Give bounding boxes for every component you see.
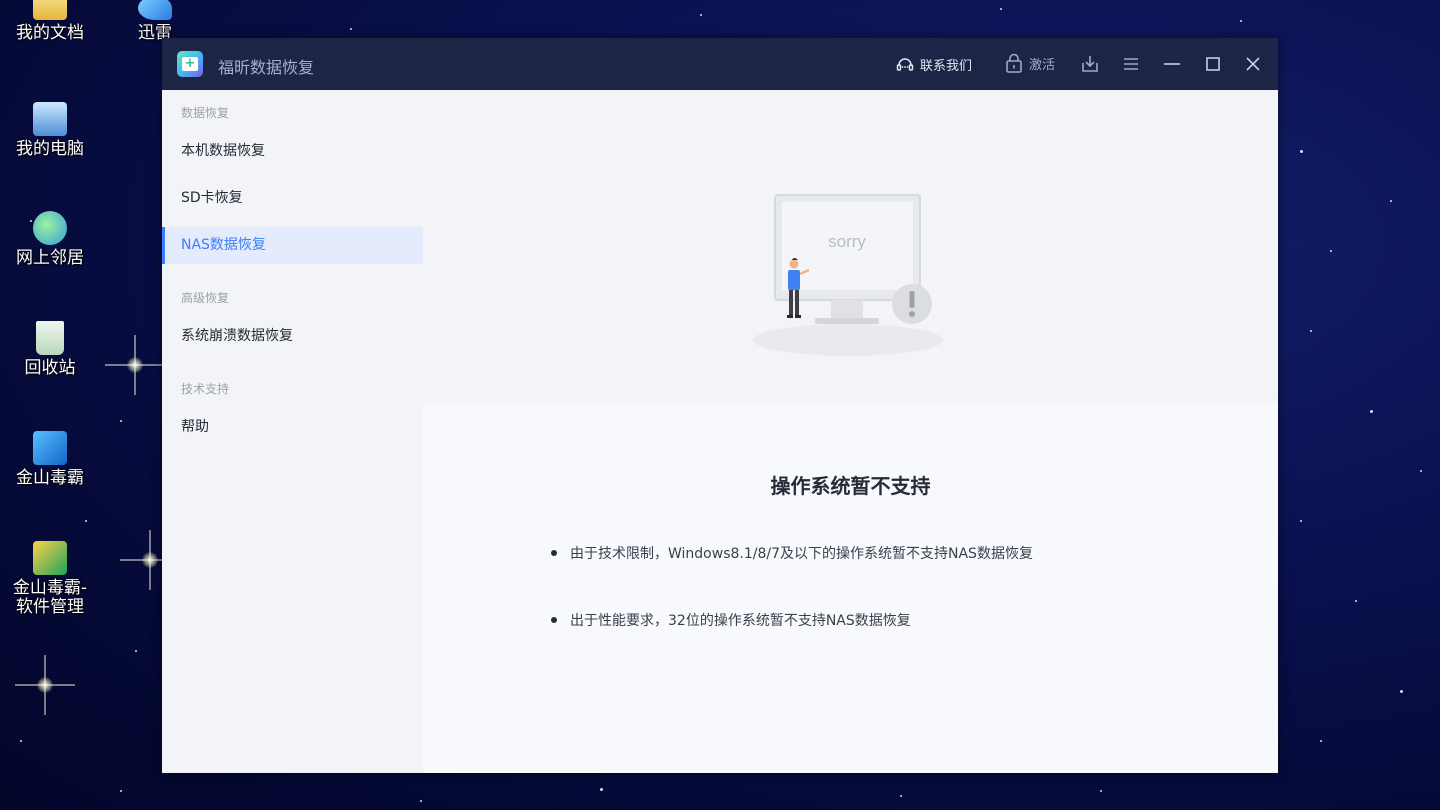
desktop-icon-label: 回收站 <box>24 358 76 378</box>
desktop-icon-kingsoft-software-manager[interactable]: 金山毒霸- 软件管理 <box>0 541 100 617</box>
activate-button[interactable]: 激活 <box>1005 53 1055 73</box>
download-icon <box>1082 56 1098 72</box>
title-bar[interactable]: 福昕数据恢复 联系我们 激活 <box>162 38 1278 90</box>
xunlei-icon <box>138 0 172 20</box>
section-title-advanced-recovery: 高级恢复 <box>181 291 230 305</box>
notice-title: 操作系统暂不支持 <box>770 474 931 498</box>
sorry-monitor-illustration: sorry <box>753 194 943 356</box>
close-button[interactable] <box>1240 51 1266 77</box>
app-title: 福昕数据恢复 <box>218 58 315 77</box>
desktop-icon-network[interactable]: 网上邻居 <box>0 211 100 268</box>
desktop-icon-label: 金山毒霸 <box>16 468 84 488</box>
desktop-icon-label: 我的电脑 <box>16 139 84 159</box>
sorry-text: sorry <box>828 232 866 251</box>
illustration-area: sorry <box>423 90 1278 403</box>
section-title-data-recovery: 数据恢复 <box>181 106 230 120</box>
section-title-tech-support: 技术支持 <box>181 382 230 396</box>
app-window: 福昕数据恢复 联系我们 激活 <box>162 38 1278 773</box>
desktop-icon-my-computer[interactable]: 我的电脑 <box>0 102 100 159</box>
download-button[interactable] <box>1077 51 1103 77</box>
desktop-icon-my-documents[interactable]: 我的文档 <box>0 0 100 43</box>
desktop-icon-label: 网上邻居 <box>16 248 84 268</box>
notice-bullet-text: 由于技术限制，Windows8.1/8/7及以下的操作系统暂不支持NAS数据恢复 <box>570 546 1033 562</box>
network-icon <box>33 211 67 245</box>
notice-panel: 操作系统暂不支持 由于技术限制，Windows8.1/8/7及以下的操作系统暂不… <box>423 403 1278 773</box>
software-manager-icon <box>33 541 67 575</box>
folder-icon <box>33 0 67 20</box>
menu-icon <box>1124 58 1138 70</box>
lock-icon <box>1006 53 1022 73</box>
notice-bullet: 由于技术限制，Windows8.1/8/7及以下的操作系统暂不支持NAS数据恢复 <box>551 543 1033 563</box>
sidebar-item-nas-recovery[interactable]: NAS数据恢复 <box>162 227 423 264</box>
headset-icon <box>896 57 914 71</box>
desktop-icon-kingsoft-antivirus[interactable]: 金山毒霸 <box>0 431 100 488</box>
contact-us-label: 联系我们 <box>920 59 973 74</box>
notice-bullet: 出于性能要求，32位的操作系统暂不支持NAS数据恢复 <box>551 610 911 630</box>
computer-icon <box>33 102 67 136</box>
sidebar-item-system-crash-recovery[interactable]: 系统崩溃数据恢复 <box>162 318 423 355</box>
desktop-icon-label: 我的文档 <box>16 23 84 43</box>
app-logo-icon <box>177 51 203 77</box>
kingsoft-antivirus-icon <box>33 431 67 465</box>
maximize-button[interactable] <box>1200 51 1226 77</box>
sidebar-item-help[interactable]: 帮助 <box>162 409 423 446</box>
activate-label: 激活 <box>1029 57 1056 73</box>
maximize-icon <box>1206 57 1220 71</box>
contact-us-button[interactable]: 联系我们 <box>896 55 972 74</box>
close-icon <box>1246 57 1260 71</box>
desktop-icon-recycle-bin[interactable]: 回收站 <box>0 321 100 378</box>
sidebar-item-local-recovery[interactable]: 本机数据恢复 <box>162 133 423 170</box>
desktop-icon-label-line2: 软件管理 <box>16 597 84 617</box>
sidebar: 数据恢复 本机数据恢复 SD卡恢复 NAS数据恢复 高级恢复 系统崩溃数据恢复 … <box>162 90 423 773</box>
notice-bullet-text: 出于性能要求，32位的操作系统暂不支持NAS数据恢复 <box>570 613 911 629</box>
bullet-dot <box>551 550 557 556</box>
desktop-icon-xunlei[interactable]: 迅雷 <box>100 0 210 43</box>
minimize-button[interactable] <box>1159 51 1185 77</box>
sidebar-item-sd-card-recovery[interactable]: SD卡恢复 <box>162 180 423 217</box>
menu-button[interactable] <box>1118 51 1144 77</box>
minimize-icon <box>1164 63 1180 65</box>
desktop-icon-label-line1: 金山毒霸- <box>12 578 88 598</box>
recycle-bin-icon <box>36 321 64 355</box>
bullet-dot <box>551 617 557 623</box>
